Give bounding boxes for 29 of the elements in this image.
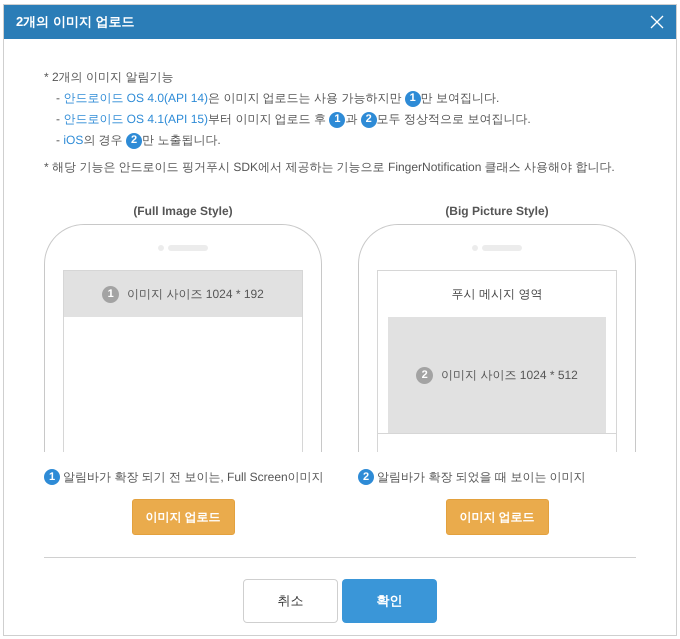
number-badge: 1 xyxy=(329,112,346,128)
note-text: - 안드로이드 OS 4.0(API 14)은 이미지 업로드는 사용 가능하지만 1 만 보여집니다. xyxy=(55,90,500,109)
caption-text: 알림바가 확장 되기 전 보이는, Full Screen이미지 xyxy=(63,469,324,486)
note-text: * 2개의 이미지 알림기능 xyxy=(44,69,174,86)
close-icon[interactable] xyxy=(650,15,664,29)
link[interactable]: 안드로이드 OS 4.0(API 14) xyxy=(63,91,208,105)
note-text: * 해당 기능은 안드로이드 핑거푸시 SDK에서 제공하는 기능으로 FingerNotification 클래스 사용해야 합니다. xyxy=(44,159,616,176)
image-size-text: 이미지 사이즈 1024 * 192 xyxy=(127,286,264,303)
window-title: 2개의 이미지 업로드 xyxy=(16,13,134,32)
number-badge: 2 xyxy=(358,469,374,485)
style-label: (Big Picture Style) xyxy=(445,203,549,220)
number-badge: 2 xyxy=(126,132,142,149)
caption-text: 알림바가 확장 되었을 때 보이는 이미지 xyxy=(377,469,586,486)
note-text: - iOS의 경우 2 만 노출됩니다. xyxy=(55,132,222,151)
cancel-button[interactable]: 취소 xyxy=(243,579,338,623)
image-size-text: 이미지 사이즈 1024 * 512 xyxy=(441,367,578,384)
note-text: - 안드로이드 OS 4.1(API 15)부터 이미지 업로드 후 1 과 2 모두 정상적으로 보여집니다. xyxy=(55,110,532,130)
number-badge: 1 xyxy=(44,469,60,485)
number-badge: 2 xyxy=(416,366,434,384)
link[interactable]: iOS xyxy=(63,133,84,147)
upload-button[interactable]: 이미지 업로드 xyxy=(132,499,234,535)
style-label: (Full Image Style) xyxy=(133,203,233,220)
link[interactable]: 안드로이드 OS 4.1(API 15) xyxy=(63,112,208,126)
upload-button[interactable]: 이미지 업로드 xyxy=(446,499,548,535)
number-badge: 1 xyxy=(102,286,120,302)
push-message-text: 푸시 메시지 영역 xyxy=(452,286,542,303)
number-badge: 1 xyxy=(404,90,421,107)
confirm-button[interactable]: 확인 xyxy=(342,579,437,623)
number-badge: 2 xyxy=(360,112,377,128)
